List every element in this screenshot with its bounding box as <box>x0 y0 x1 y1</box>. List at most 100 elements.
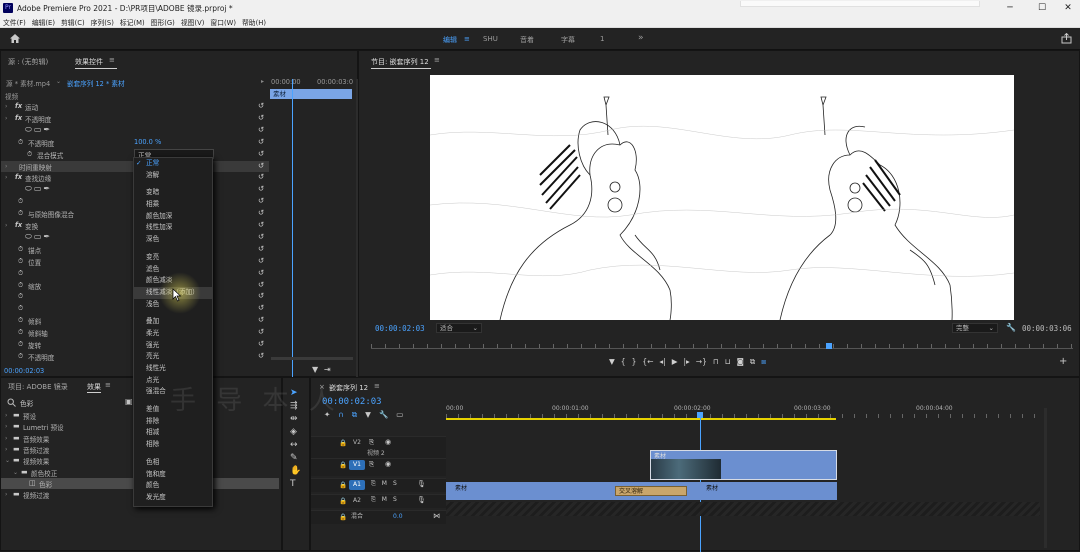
track-header[interactable]: 🔒 V2 ⎘ ◉ 视频 2 <box>311 436 446 458</box>
reset-icon[interactable]: ↺ <box>258 315 264 324</box>
eye-icon[interactable]: ◉ <box>385 438 391 446</box>
search-input[interactable]: 色彩 <box>20 398 33 408</box>
menu-graphics[interactable]: 图形(G) <box>148 16 178 27</box>
workspace-shu[interactable]: SHU <box>483 35 498 43</box>
mask-tools-icon[interactable]: ⬭▭✒ <box>25 184 52 194</box>
mark-out-icon[interactable]: } <box>632 357 637 371</box>
mix-value[interactable]: 0.0 <box>393 513 403 520</box>
work-area-bar[interactable] <box>446 418 836 420</box>
chevron-down-icon[interactable]: ⌄ <box>56 78 61 85</box>
dropdown-option[interactable]: 线性光 <box>134 363 212 375</box>
panel-menu-icon[interactable]: ≡ <box>374 382 380 390</box>
reset-icon[interactable]: ↺ <box>258 184 264 193</box>
reset-icon[interactable]: ↺ <box>258 280 264 289</box>
slip-tool-icon[interactable]: ↔ <box>290 440 301 450</box>
tab-effects[interactable]: 效果 <box>87 382 101 392</box>
disclosure-chevron-icon[interactable]: › <box>5 222 7 229</box>
reset-icon[interactable]: ↺ <box>258 196 264 205</box>
sync-lock-icon[interactable]: ⎘ <box>369 438 374 447</box>
horizontal-scrollbar[interactable] <box>271 357 353 360</box>
quality-select[interactable]: 完整 ⌄ <box>952 323 998 333</box>
dropdown-option[interactable]: 相乘 <box>134 199 212 211</box>
stopwatch-icon[interactable]: ⏱ <box>18 281 23 290</box>
reset-icon[interactable]: ↺ <box>258 161 264 170</box>
go-to-in-icon[interactable]: {← <box>642 357 653 371</box>
menu-window[interactable]: 窗口(W) <box>207 16 239 27</box>
hand-tool-icon[interactable]: ✋ <box>290 466 301 476</box>
stopwatch-icon[interactable]: ⏱ <box>18 209 23 218</box>
reset-icon[interactable]: ↺ <box>258 125 264 134</box>
workspace-1[interactable]: 1 <box>600 35 604 43</box>
dropdown-option[interactable]: 溶解 <box>134 170 212 182</box>
dropdown-option[interactable]: 叠加 <box>134 316 212 328</box>
stopwatch-icon[interactable]: ⏱ <box>18 138 23 147</box>
effect-row[interactable]: › fx 不透明度 ↺ <box>1 113 269 124</box>
close-button[interactable]: ✕ <box>1056 1 1080 15</box>
menu-clip[interactable]: 剪辑(C) <box>58 16 88 27</box>
workspace-edit[interactable]: 编辑 <box>443 35 457 45</box>
play-button-icon[interactable]: ▶ <box>672 357 678 371</box>
sequence-label[interactable]: 嵌套序列 12 * 素材 <box>67 78 125 88</box>
maximize-button[interactable]: ☐ <box>1030 1 1054 15</box>
reset-icon[interactable]: ↺ <box>258 339 264 348</box>
dropdown-option[interactable]: 柔光 <box>134 328 212 340</box>
effect-row[interactable]: ⬭▭✒ ↺ <box>1 125 269 136</box>
stopwatch-icon[interactable]: ⏱ <box>27 150 32 159</box>
camera-icon[interactable]: ◙ <box>737 357 744 371</box>
reset-icon[interactable]: ↺ <box>258 351 264 360</box>
type-tool-icon[interactable]: T <box>290 479 301 489</box>
menu-edit[interactable]: 编辑(E) <box>29 16 58 27</box>
workspace-overflow-button[interactable]: » <box>638 33 644 43</box>
workspace-captions[interactable]: 字幕 <box>561 35 575 45</box>
disclosure-chevron-icon[interactable]: › <box>5 491 7 498</box>
clip-v2[interactable]: 素材 <box>650 450 837 480</box>
effect-row[interactable]: ⏱ 不透明度 100.0 % ↺ <box>1 137 269 148</box>
reset-icon[interactable]: ↺ <box>258 291 264 300</box>
dropdown-option[interactable]: 饱和度 <box>134 469 212 481</box>
disclosure-chevron-icon[interactable]: › <box>5 423 7 430</box>
share-icon[interactable] <box>1061 33 1072 44</box>
effect-row[interactable]: › fx 运动 ↺ <box>1 101 269 112</box>
menu-marker[interactable]: 标记(M) <box>117 16 148 27</box>
dropdown-option[interactable]: 深色 <box>134 234 212 246</box>
vr-icon[interactable]: ⧈ <box>761 357 766 371</box>
dropdown-option[interactable]: 相减 <box>134 427 212 439</box>
dropdown-option[interactable]: 强光 <box>134 340 212 352</box>
dropdown-option[interactable]: 变亮 <box>134 252 212 264</box>
microphone-icon[interactable]: 🎙 <box>417 496 426 504</box>
reset-icon[interactable]: ↺ <box>258 208 264 217</box>
add-button-icon[interactable]: + <box>1059 356 1067 367</box>
extract-icon[interactable]: ⊔ <box>725 357 731 371</box>
lift-icon[interactable]: ⊓ <box>713 357 719 371</box>
lock-icon[interactable]: 🔒 <box>339 513 347 521</box>
disclosure-chevron-icon[interactable]: › <box>5 435 7 442</box>
dropdown-option[interactable]: 变暗 <box>134 187 212 199</box>
razor-tool-icon[interactable]: ◈ <box>290 427 301 437</box>
dropdown-option[interactable]: ✓ 正常 <box>134 158 212 170</box>
tab-source[interactable]: 源 : (无剪辑) <box>8 57 48 67</box>
reset-icon[interactable]: ↺ <box>258 137 264 146</box>
track-target-toggle[interactable]: V2 <box>349 438 365 448</box>
dropdown-option[interactable]: 排除 <box>134 416 212 428</box>
lock-icon[interactable]: 🔒 <box>339 461 347 469</box>
add-marker-icon[interactable]: ▼ <box>365 410 371 420</box>
mute-solo-icon[interactable]: ⎘MS <box>371 496 403 504</box>
audio-track-a1-area[interactable] <box>446 502 1040 516</box>
track-target-toggle[interactable]: A1 <box>349 480 365 490</box>
reset-icon[interactable]: ↺ <box>258 101 264 110</box>
dropdown-option[interactable]: 颜色 <box>134 480 212 492</box>
minimize-button[interactable]: ─ <box>998 1 1022 15</box>
captions-icon[interactable]: ▭ <box>396 410 403 420</box>
wrench-icon[interactable]: 🔧 <box>1006 323 1016 332</box>
stopwatch-icon[interactable]: ⏱ <box>18 340 23 349</box>
add-marker-icon[interactable]: ▼ <box>609 357 615 371</box>
clip-bar[interactable]: 素材 <box>270 89 352 99</box>
disclosure-chevron-icon[interactable]: › <box>5 115 7 122</box>
program-monitor-title[interactable]: 节目: 嵌套序列 12 <box>371 57 429 67</box>
linked-selection-icon[interactable]: ⧉ <box>352 410 357 420</box>
track-target-toggle[interactable]: A2 <box>349 496 365 506</box>
stopwatch-icon[interactable]: ⏱ <box>18 269 23 278</box>
pen-tool-icon[interactable]: ✎ <box>290 453 301 463</box>
disclosure-chevron-icon[interactable]: ⌄ <box>13 469 18 476</box>
track-target-toggle[interactable]: 混合 <box>349 512 365 522</box>
